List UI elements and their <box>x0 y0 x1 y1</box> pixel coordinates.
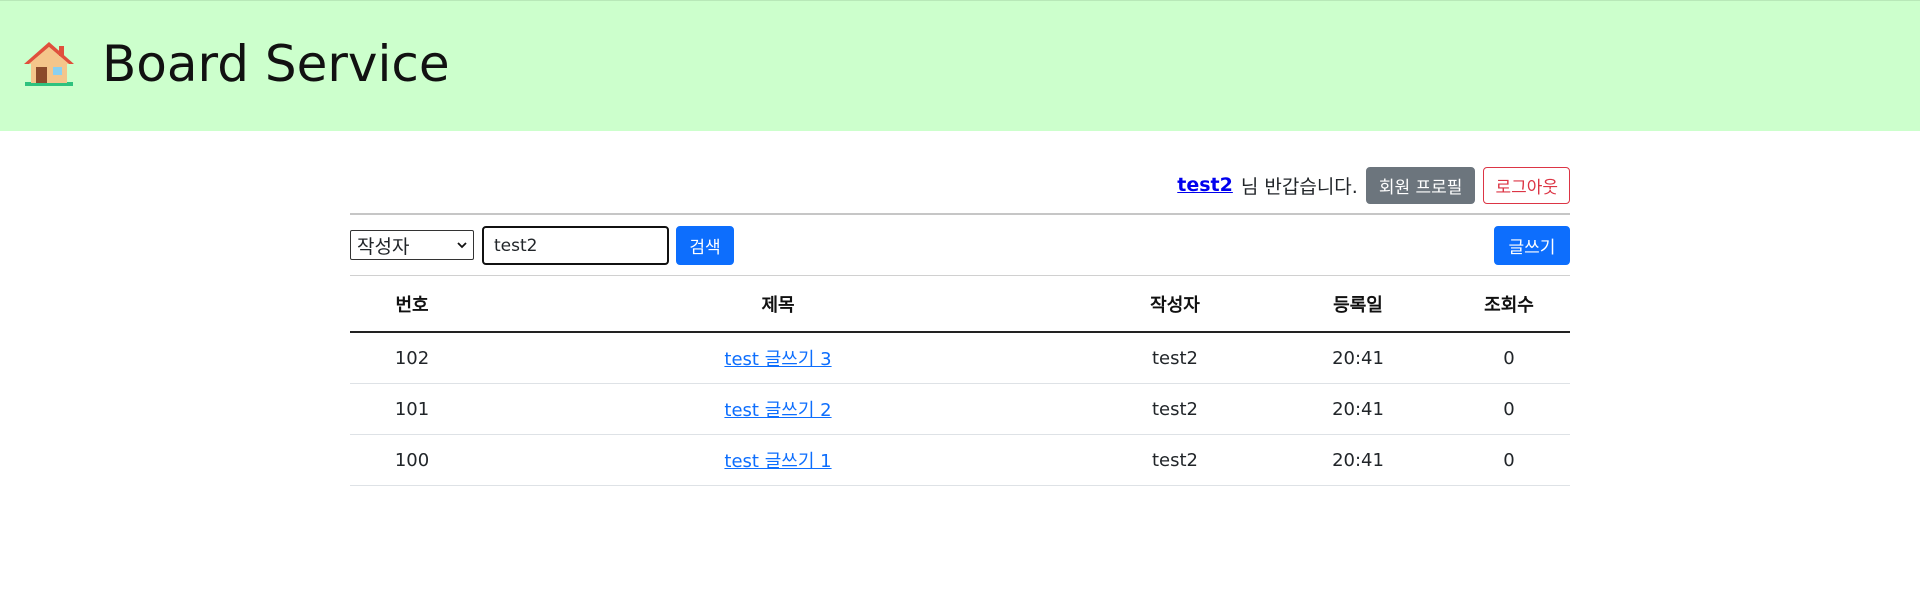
username-link[interactable]: test2 <box>1177 174 1233 196</box>
profile-button[interactable]: 회원 프로필 <box>1365 166 1476 204</box>
user-bar: test2 님 반갑습니다. 회원 프로필 로그아웃 <box>1177 166 1570 204</box>
column-header-date: 등록일 <box>1268 276 1448 333</box>
post-title-link[interactable]: test 글쓰기 2 <box>724 400 831 421</box>
post-date: 20:41 <box>1268 332 1448 384</box>
post-writer: test2 <box>1082 434 1268 486</box>
column-header-writer: 작성자 <box>1082 276 1268 333</box>
post-number: 102 <box>350 332 474 384</box>
post-writer: test2 <box>1082 383 1268 435</box>
house-icon <box>24 42 74 86</box>
board-table: 번호 제목 작성자 등록일 조회수 102 test 글쓰기 3 test2 2… <box>350 276 1570 486</box>
column-header-title: 제목 <box>474 276 1082 333</box>
post-title-cell: test 글쓰기 1 <box>474 434 1082 486</box>
post-title-cell: test 글쓰기 3 <box>474 332 1082 384</box>
post-views: 0 <box>1448 383 1570 435</box>
search-input[interactable] <box>482 226 669 265</box>
table-row: 102 test 글쓰기 3 test2 20:41 0 <box>350 332 1570 384</box>
column-header-number: 번호 <box>350 276 474 333</box>
post-views: 0 <box>1448 434 1570 486</box>
search-field-select[interactable]: 작성자 <box>350 230 474 260</box>
search-field-value: 작성자 <box>357 235 410 258</box>
chevron-down-icon <box>457 242 467 249</box>
column-header-views: 조회수 <box>1448 276 1570 333</box>
post-date: 20:41 <box>1268 383 1448 435</box>
search-bar: 작성자 검색 글쓰기 <box>350 226 1570 268</box>
table-header-row: 번호 제목 작성자 등록일 조회수 <box>350 276 1570 333</box>
post-title-link[interactable]: test 글쓰기 3 <box>724 349 831 370</box>
post-date: 20:41 <box>1268 434 1448 486</box>
post-views: 0 <box>1448 332 1570 384</box>
write-button[interactable]: 글쓰기 <box>1494 226 1570 265</box>
post-number: 100 <box>350 434 474 486</box>
post-writer: test2 <box>1082 332 1268 384</box>
greeting-text: 님 반갑습니다. <box>1240 175 1358 198</box>
home-link[interactable]: Board Service <box>22 37 450 91</box>
site-title: Board Service <box>102 35 450 93</box>
divider-top <box>350 213 1570 215</box>
logout-button[interactable]: 로그아웃 <box>1483 166 1570 204</box>
post-number: 101 <box>350 383 474 435</box>
site-header: Board Service <box>0 0 1920 131</box>
search-button[interactable]: 검색 <box>676 226 734 265</box>
table-row: 101 test 글쓰기 2 test2 20:41 0 <box>350 383 1570 435</box>
post-title-cell: test 글쓰기 2 <box>474 383 1082 435</box>
table-row: 100 test 글쓰기 1 test2 20:41 0 <box>350 434 1570 486</box>
post-title-link[interactable]: test 글쓰기 1 <box>724 451 831 472</box>
